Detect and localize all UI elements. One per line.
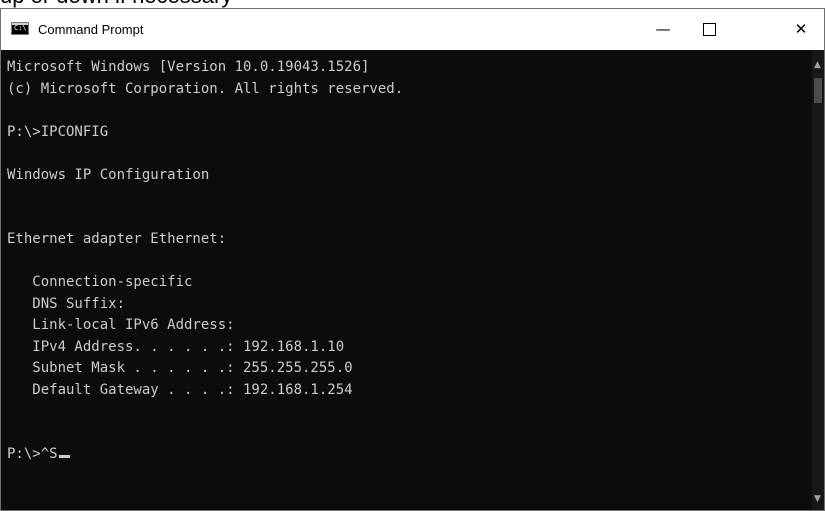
console-line: (c) Microsoft Corporation. All rights re… [7, 80, 404, 97]
console-line: IPv4 Address. . . . . .: 192.168.1.10 [7, 338, 345, 355]
scroll-up-arrow-icon[interactable]: ▲ [814, 60, 821, 70]
window-title: Command Prompt [38, 22, 144, 37]
minimize-button[interactable]: — [640, 9, 686, 50]
minimize-icon: — [655, 20, 671, 38]
close-button[interactable]: ✕ [778, 9, 824, 50]
command-prompt-window[interactable]: C:\ Command Prompt — ✕ Microsoft Windows… [0, 8, 825, 511]
page-caption-clipped: up or down if necessary [0, 0, 232, 8]
close-icon: ✕ [794, 20, 808, 38]
command-prompt-icon: C:\ [11, 22, 29, 35]
console-line: Default Gateway . . . .: 192.168.1.254 [7, 381, 353, 398]
scroll-down-arrow-icon[interactable]: ▼ [814, 494, 821, 504]
console-line: Ethernet adapter Ethernet: [7, 231, 227, 247]
console-line: Microsoft Windows [Version 10.0.19043.15… [7, 59, 370, 75]
title-bar[interactable]: C:\ Command Prompt — ✕ [1, 9, 824, 50]
maximize-button[interactable] [686, 9, 732, 50]
prompt-text: P:\>^S [7, 446, 58, 462]
console-line: P:\>^S [7, 444, 814, 466]
maximize-icon [702, 23, 716, 36]
vertical-scrollbar[interactable]: ▲ ▼ [812, 50, 824, 510]
console-line: Subnet Mask . . . . . .: 255.255.255.0 [7, 360, 353, 376]
console-line: DNS Suffix: [7, 295, 126, 312]
console-output[interactable]: Microsoft Windows [Version 10.0.19043.15… [1, 50, 814, 510]
console-line: Windows IP Configuration [7, 166, 210, 183]
console-line: Connection-specific [7, 274, 193, 290]
console-line: Link-local IPv6 Address: [7, 317, 235, 333]
text-cursor [58, 455, 70, 458]
scroll-thumb[interactable] [814, 78, 822, 103]
console-line: P:\>IPCONFIG [7, 123, 109, 140]
